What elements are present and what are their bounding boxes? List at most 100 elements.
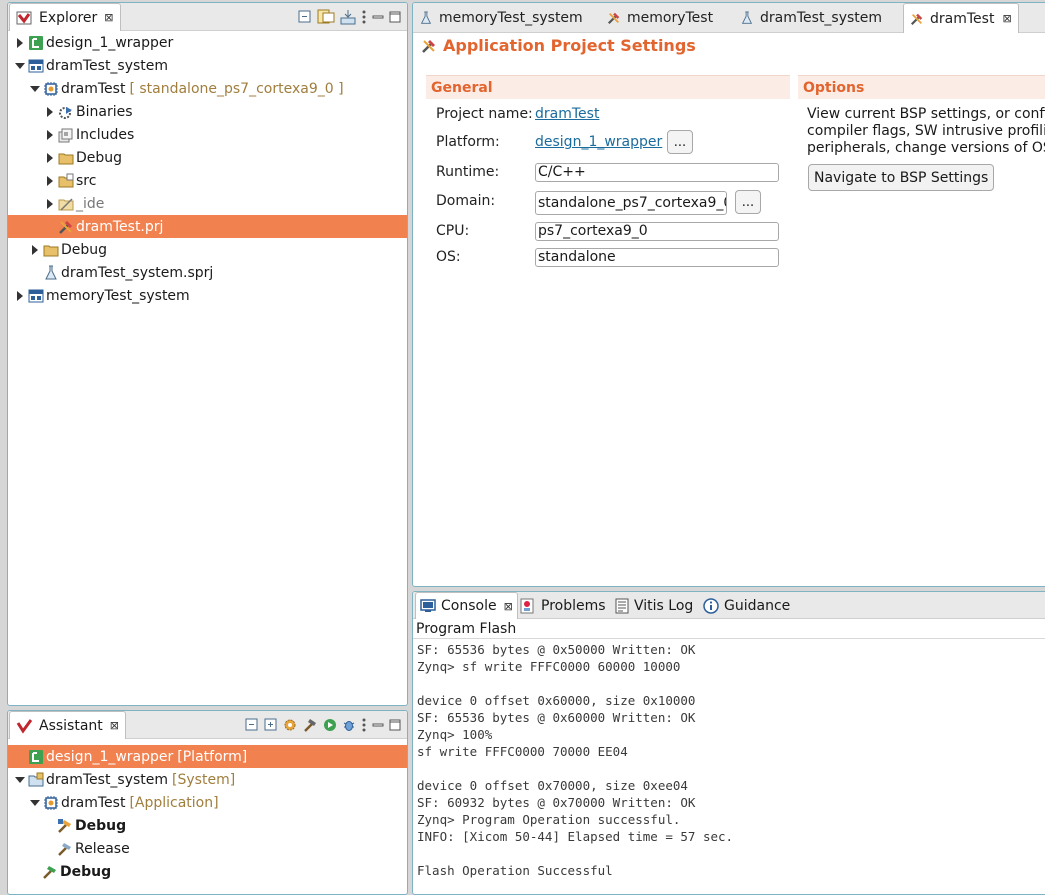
tab-problems[interactable]: Problems xyxy=(520,592,606,619)
maximize-icon[interactable] xyxy=(389,11,401,23)
options-description: View current BSP settings, or configure … xyxy=(807,106,1045,157)
console-line: Flash Operation Successful xyxy=(417,863,613,878)
expand-all-icon[interactable] xyxy=(264,718,278,732)
collapse-arrow-icon[interactable] xyxy=(29,83,41,95)
tab-dramtest[interactable]: dramTest ⊠ xyxy=(903,3,1019,33)
tree-item-memorytest-system[interactable]: memoryTest_system xyxy=(8,284,407,307)
flask-icon xyxy=(45,265,57,279)
assistant-item-application[interactable]: dramTest [Application] xyxy=(8,791,407,814)
tab-dramtest-system[interactable]: dramTest_system xyxy=(740,3,882,33)
console-line: Zynq> 100% xyxy=(417,727,493,742)
runtime-label: Runtime: xyxy=(436,164,500,180)
assistant-tab[interactable]: Assistant ⊠ xyxy=(9,711,126,739)
explorer-view: Explorer ⊠ design_1_wrapper dramTest_sys… xyxy=(7,2,408,706)
assistant-view: Assistant ⊠ design_1_wrapper [Platform] … xyxy=(7,710,408,895)
system-project-icon xyxy=(28,59,44,72)
tree-item-includes[interactable]: Includes xyxy=(8,123,407,146)
debug-bug-icon[interactable] xyxy=(342,718,356,732)
tab-label: memoryTest xyxy=(627,10,714,26)
tree-item-dramtest-prj[interactable]: dramTest.prj xyxy=(8,215,407,238)
flask-icon xyxy=(420,11,432,24)
maximize-icon[interactable] xyxy=(389,719,401,731)
tree-item-debug-folder[interactable]: Debug xyxy=(8,146,407,169)
includes-icon xyxy=(58,128,73,142)
general-section-header[interactable]: General xyxy=(426,75,790,99)
assistant-item-debug-config[interactable]: Debug xyxy=(8,814,407,837)
cpu-field[interactable]: ps7_cortexa9_0 xyxy=(535,222,779,241)
filter-icon[interactable] xyxy=(340,9,356,25)
tree-item-binaries[interactable]: Binaries xyxy=(8,100,407,123)
view-menu-icon[interactable] xyxy=(361,718,367,732)
tree-item-ide[interactable]: _ide xyxy=(8,192,407,215)
assistant-close-icon[interactable]: ⊠ xyxy=(110,719,119,732)
tab-close-icon[interactable]: ⊠ xyxy=(1002,12,1011,25)
platform-browse-button[interactable]: ... xyxy=(667,130,693,154)
runtime-field[interactable]: C/C++ xyxy=(535,163,779,182)
tree-item-label: _ide xyxy=(76,195,105,212)
tree-item-src[interactable]: src xyxy=(8,169,407,192)
run-icon[interactable] xyxy=(323,718,337,732)
tab-guidance[interactable]: Guidance xyxy=(703,592,790,619)
tree-item-debug-system[interactable]: Debug xyxy=(8,238,407,261)
expand-arrow-icon[interactable] xyxy=(44,129,56,141)
tab-label: dramTest xyxy=(930,10,995,27)
assistant-header: Assistant ⊠ xyxy=(8,711,407,739)
collapse-all-icon[interactable] xyxy=(298,10,312,24)
explorer-header: Explorer ⊠ xyxy=(8,3,407,31)
minimize-icon[interactable] xyxy=(372,11,384,23)
expand-arrow-icon[interactable] xyxy=(44,198,56,210)
domain-field[interactable]: standalone_ps7_cortexa9_0 xyxy=(535,191,727,215)
console-line: SF: 65536 bytes @ 0x60000 Written: OK xyxy=(417,710,696,725)
tab-memorytest-system[interactable]: memoryTest_system xyxy=(419,3,583,33)
tree-item-design-1-wrapper[interactable]: design_1_wrapper xyxy=(8,31,407,54)
tab-label: dramTest_system xyxy=(760,10,883,26)
expand-arrow-icon[interactable] xyxy=(44,175,56,187)
assistant-item-system-debug[interactable]: Debug xyxy=(8,860,407,883)
expand-arrow-icon[interactable] xyxy=(44,106,56,118)
view-menu-icon[interactable] xyxy=(361,10,367,24)
console-tab-bar: Console ⊠ Problems Vitis Log Guidance xyxy=(413,592,1045,619)
options-section-header[interactable]: Options xyxy=(798,75,1045,99)
platform-link[interactable]: design_1_wrapper xyxy=(535,134,662,150)
expand-arrow-icon[interactable] xyxy=(14,290,26,302)
minimize-icon[interactable] xyxy=(372,719,384,731)
console-close-icon[interactable]: ⊠ xyxy=(504,600,513,613)
tree-item-dramtest-system[interactable]: dramTest_system xyxy=(8,54,407,77)
assistant-item-platform[interactable]: design_1_wrapper [Platform] xyxy=(8,745,407,768)
expand-arrow-icon[interactable] xyxy=(14,37,26,49)
collapse-arrow-icon[interactable] xyxy=(14,774,26,786)
explorer-toolbar xyxy=(298,8,401,26)
project-settings-icon xyxy=(910,13,923,25)
tab-vitis-log[interactable]: Vitis Log xyxy=(615,592,693,619)
assistant-item-label: Debug xyxy=(60,863,112,880)
tree-item-label: dramTest.prj xyxy=(76,218,164,235)
explorer-tab[interactable]: Explorer ⊠ xyxy=(9,3,121,31)
console-output[interactable]: SF: 65536 bytes @ 0x50000 Written: OK Zyn… xyxy=(417,641,733,879)
expand-arrow-icon[interactable] xyxy=(29,244,41,256)
collapse-all-icon[interactable] xyxy=(245,718,259,732)
flask-icon xyxy=(741,11,753,24)
explorer-close-icon[interactable]: ⊠ xyxy=(104,11,113,24)
build-hammer-icon[interactable] xyxy=(302,718,318,732)
settings-gear-icon[interactable] xyxy=(283,718,297,732)
console-line: device 0 offset 0x70000, size 0xee04 xyxy=(417,778,688,793)
log-icon xyxy=(615,598,629,613)
tab-memorytest[interactable]: memoryTest xyxy=(607,3,713,33)
hidden-folder-icon xyxy=(58,197,74,211)
assistant-item-release-config[interactable]: Release xyxy=(8,837,407,860)
collapse-arrow-icon[interactable] xyxy=(29,797,41,809)
collapse-arrow-icon[interactable] xyxy=(14,60,26,72)
link-editor-icon[interactable] xyxy=(317,9,335,25)
navigate-bsp-settings-button[interactable]: Navigate to BSP Settings xyxy=(808,164,995,191)
domain-browse-button[interactable]: ... xyxy=(735,190,761,214)
console-line: Zynq> sf write FFFC0000 60000 10000 xyxy=(417,659,681,674)
assistant-item-system[interactable]: dramTest_system [System] xyxy=(8,768,407,791)
tab-console[interactable]: Console ⊠ xyxy=(415,592,518,619)
os-field[interactable]: standalone xyxy=(535,248,779,267)
expand-arrow-icon[interactable] xyxy=(44,152,56,164)
assistant-item-label: dramTest_system xyxy=(46,771,169,788)
tree-item-dramtest-system-sprj[interactable]: dramTest_system.sprj xyxy=(8,261,407,284)
project-name-link[interactable]: dramTest xyxy=(535,106,599,122)
build-config-debug-icon xyxy=(58,818,71,833)
tree-item-dramtest[interactable]: dramTest [ standalone_ps7_cortexa9_0 ] xyxy=(8,77,407,100)
